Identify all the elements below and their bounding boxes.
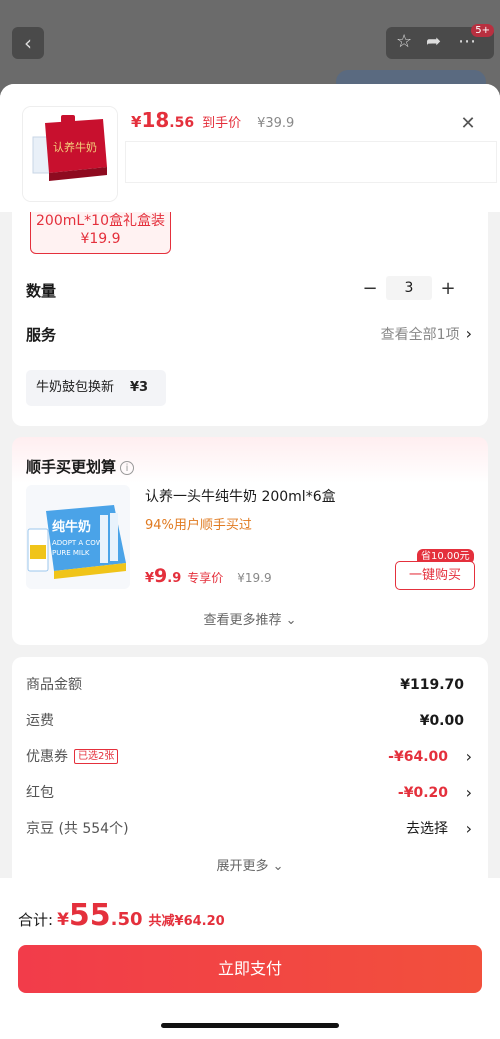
checkout-sheet: 认养牛奶 ¥ 18 .56 到手价 ¥39.9 ✕ 200mL*10盒礼盒装 ¥…	[0, 84, 500, 1039]
fee-label: 优惠券 已选2张	[26, 745, 119, 769]
product-header: 认养牛奶 ¥ 18 .56 到手价 ¥39.9 ✕	[0, 84, 500, 212]
star-icon[interactable]: ☆	[396, 31, 412, 52]
options-card: 200mL*10盒礼盒装 ¥19.9 数量 − 3 + 服务 查看全部1项 › 牛…	[12, 184, 488, 426]
fee-amount: -¥0.20	[397, 785, 448, 801]
addon-title-text: 顺手买更划算	[26, 458, 117, 476]
addon-image-text-2: ADOPT A COW	[52, 539, 103, 547]
chevron-right-icon: ›	[465, 819, 472, 838]
fee-amount: ¥119.70	[400, 677, 464, 693]
addon-price: ¥ 9 .9 专享价 ¥19.9	[145, 565, 272, 587]
share-icon[interactable]: ➦	[426, 31, 441, 52]
service-link-text: 查看全部1项	[380, 327, 460, 343]
close-icon: ✕	[460, 113, 476, 134]
order-total: 合计: ¥ 55 .50 共减¥64.20	[18, 898, 225, 933]
more-recommendations-link[interactable]: 查看更多推荐 ⌄	[12, 609, 488, 628]
currency-symbol: ¥	[57, 910, 69, 930]
addon-price-tag: 专享价	[187, 571, 224, 585]
addon-product-subtitle: 94%用户顺手买过	[145, 518, 252, 533]
addon-original-price: ¥19.9	[237, 571, 272, 585]
price-breakdown-card: 商品金额 ¥119.70 运费 ¥0.00 优惠券 已选2张 -¥64.00 › …	[12, 657, 488, 897]
addon-product-image[interactable]: 纯牛奶 ADOPT A COW PURE MILK	[26, 485, 130, 589]
service-chip[interactable]: 牛奶鼓包换新 ¥3	[26, 370, 167, 406]
variant-price: ¥19.9	[80, 231, 121, 247]
minus-button[interactable]: −	[360, 278, 380, 299]
product-thumbnail[interactable]: 认养牛奶	[23, 107, 117, 201]
thumbnail-brand-text: 认养牛奶	[53, 140, 97, 154]
fee-row-subtotal: 商品金额 ¥119.70	[26, 673, 472, 697]
coupon-selected-tag: 已选2张	[74, 749, 119, 764]
addon-card: 顺手买更划算 i 纯牛奶 ADOPT A COW PURE MILK 认养一头牛纯…	[12, 437, 488, 645]
chevron-left-icon: ‹	[24, 31, 32, 55]
service-label: 服务	[26, 326, 57, 344]
fee-amount: -¥64.00	[388, 749, 448, 765]
chevron-right-icon: ›	[465, 747, 472, 766]
pay-now-button[interactable]: 立即支付	[18, 945, 482, 993]
addon-title: 顺手买更划算 i	[26, 456, 135, 477]
view-all-services-link[interactable]: 查看全部1项 ›	[381, 324, 472, 344]
coupon-label: 优惠券	[26, 749, 68, 765]
fee-row-red-packet[interactable]: 红包 -¥0.20 ›	[26, 781, 472, 805]
expand-more-link[interactable]: 展开更多 ⌄	[12, 855, 488, 874]
home-indicator	[161, 1023, 339, 1028]
blank-bar	[126, 142, 496, 182]
total-decimal: .50	[110, 909, 143, 930]
close-button[interactable]: ✕	[458, 114, 478, 134]
fee-label: 京豆 (共 554个)	[26, 821, 129, 837]
addon-price-decimal: .9	[167, 571, 182, 586]
checkout-footer: 合计: ¥ 55 .50 共减¥64.20 立即支付	[0, 878, 500, 1039]
one-click-buy-button[interactable]: 一键购买	[395, 561, 475, 590]
variant-name: 200mL*10盒礼盒装	[36, 213, 165, 229]
expand-more-text: 展开更多	[216, 859, 269, 874]
fee-amount: 去选择	[406, 821, 448, 837]
total-integer: 55	[68, 898, 111, 933]
addon-price-integer: 9	[154, 565, 168, 587]
quantity-stepper: − 3 +	[360, 276, 458, 300]
service-chip-name: 牛奶鼓包换新	[36, 380, 115, 395]
quantity-input[interactable]: 3	[386, 276, 432, 300]
currency-symbol: ¥	[145, 571, 155, 586]
info-icon[interactable]: i	[120, 461, 135, 475]
currency-symbol: ¥	[131, 113, 142, 131]
chevron-right-icon: ›	[465, 324, 472, 343]
fee-label: 商品金额	[26, 677, 82, 693]
total-label: 合计:	[18, 911, 54, 929]
fee-label: 运费	[26, 713, 54, 729]
fee-amount: ¥0.00	[419, 713, 464, 729]
quantity-label: 数量	[26, 282, 57, 300]
plus-button[interactable]: +	[438, 278, 458, 299]
chevron-right-icon: ›	[465, 783, 472, 802]
more-recommendations-text: 查看更多推荐	[203, 613, 282, 628]
product-price: ¥ 18 .56 到手价 ¥39.9	[131, 108, 294, 132]
fee-row-coupon[interactable]: 优惠券 已选2张 -¥64.00 ›	[26, 745, 472, 769]
chevron-down-icon: ⌄	[272, 859, 284, 874]
price-tag: 到手价	[202, 116, 242, 131]
back-button[interactable]: ‹	[12, 27, 44, 59]
addon-product-name[interactable]: 认养一头牛纯牛奶 200ml*6盒	[145, 486, 336, 506]
fee-label: 红包	[26, 785, 54, 801]
service-chip-price: ¥3	[130, 380, 149, 395]
chevron-down-icon: ⌄	[285, 613, 297, 628]
fee-row-jd-beans[interactable]: 京豆 (共 554个) 去选择 ›	[26, 817, 472, 841]
notification-badge: 5+	[471, 24, 494, 37]
total-reduction: 共减¥64.20	[148, 914, 225, 929]
price-integer: 18	[141, 108, 170, 132]
fee-row-shipping: 运费 ¥0.00	[26, 709, 472, 733]
original-price: ¥39.9	[257, 116, 295, 131]
addon-image-text-1: 纯牛奶	[52, 519, 91, 535]
addon-image-text-3: PURE MILK	[52, 549, 90, 557]
price-decimal: .56	[169, 115, 195, 131]
